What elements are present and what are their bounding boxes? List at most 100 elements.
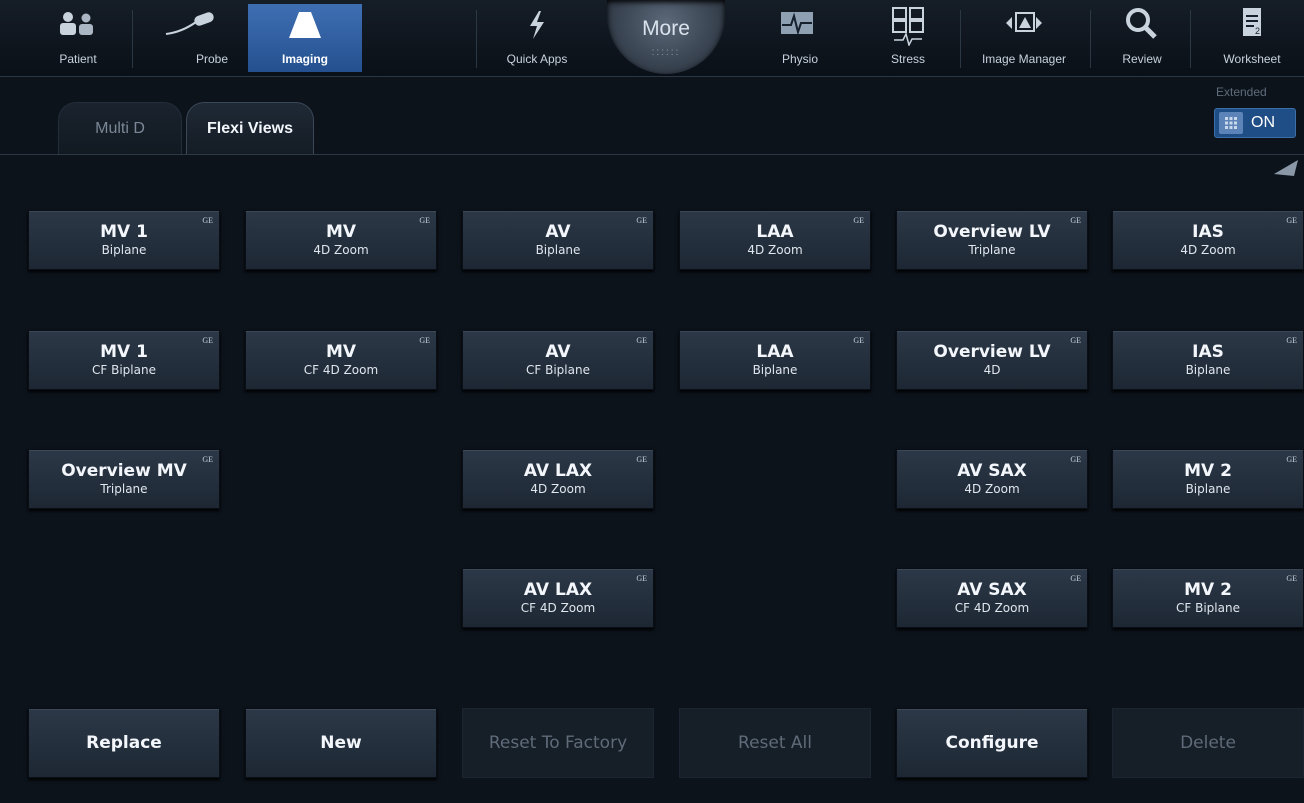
preset-button[interactable]: MV 1 Biplane GE: [28, 210, 220, 270]
probe-icon: [150, 10, 234, 38]
preset-button[interactable]: LAA Biplane GE: [679, 330, 871, 390]
preset-subtitle: Triplane: [968, 243, 1016, 257]
preset-subtitle: 4D Zoom: [313, 243, 369, 257]
toolbar-probe-button[interactable]: Probe: [150, 4, 234, 72]
magnifier-icon: [1100, 6, 1184, 42]
preset-button[interactable]: AV LAX 4D Zoom GE: [462, 449, 654, 509]
preset-title: IAS: [1192, 222, 1224, 242]
preset-subtitle: 4D Zoom: [530, 482, 586, 496]
preset-button[interactable]: Overview LV 4D GE: [896, 330, 1088, 390]
preset-button[interactable]: LAA 4D Zoom GE: [679, 210, 871, 270]
toolbar-physio-label: Physio: [781, 52, 818, 66]
ecg-icon: [752, 10, 842, 36]
preset-button[interactable]: Overview MV Triplane GE: [28, 449, 220, 509]
toolbar-worksheet-label: Worksheet: [1223, 52, 1281, 66]
preset-subtitle: CF 4D Zoom: [954, 601, 1030, 615]
preset-button[interactable]: IAS 4D Zoom GE: [1112, 210, 1304, 270]
preset-title: MV 1: [100, 222, 148, 242]
preset-subtitle: 4D Zoom: [747, 243, 803, 257]
replace-button[interactable]: Replace: [28, 708, 220, 778]
preset-title: AV SAX: [957, 461, 1027, 481]
preset-subtitle: Biplane: [101, 243, 147, 257]
preset-title: Overview LV: [933, 342, 1051, 362]
preset-subtitle: 4D Zoom: [1180, 243, 1236, 257]
delete-label: Delete: [1180, 733, 1236, 753]
preset-button[interactable]: AV Biplane GE: [462, 210, 654, 270]
ge-badge: GE: [1070, 574, 1081, 583]
preset-title: MV 2: [1184, 580, 1232, 600]
toolbar-worksheet-button[interactable]: 2 Worksheet: [1200, 4, 1304, 72]
ge-badge: GE: [1286, 216, 1297, 225]
tab-multi-d-label: Multi D: [95, 119, 145, 137]
preset-title: MV: [325, 222, 357, 242]
toolbar-review-button[interactable]: Review: [1100, 4, 1184, 72]
preset-button[interactable]: MV 2 CF Biplane GE: [1112, 568, 1304, 628]
new-button[interactable]: New: [245, 708, 437, 778]
preset-button[interactable]: Overview LV Triplane GE: [896, 210, 1088, 270]
preset-button[interactable]: MV 2 Biplane GE: [1112, 449, 1304, 509]
reset-to-factory-label: Reset To Factory: [488, 733, 628, 753]
delete-button[interactable]: Delete: [1112, 708, 1304, 778]
ge-badge: GE: [202, 216, 213, 225]
toolbar-physio-button[interactable]: Physio: [752, 4, 842, 72]
preset-title: AV: [545, 342, 571, 362]
tab-multi-d[interactable]: Multi D: [58, 102, 182, 154]
replace-label: Replace: [86, 733, 162, 753]
toolbar-divider: [132, 10, 133, 68]
extended-state: ON: [1251, 114, 1275, 131]
tab-flexi-views-label: Flexi Views: [207, 119, 293, 137]
top-toolbar: Patient Probe Imaging Quick Apps More::…: [0, 0, 1304, 77]
preset-button[interactable]: IAS Biplane GE: [1112, 330, 1304, 390]
preset-button[interactable]: MV 4D Zoom GE: [245, 210, 437, 270]
toolbar-probe-label: Probe: [195, 52, 228, 66]
toolbar-quick-apps-button[interactable]: Quick Apps: [488, 4, 586, 72]
preset-button[interactable]: MV CF 4D Zoom GE: [245, 330, 437, 390]
ge-badge: GE: [1286, 336, 1297, 345]
toolbar-patient-button[interactable]: Patient: [40, 4, 116, 72]
ge-badge: GE: [1070, 336, 1081, 345]
preset-title: AV LAX: [523, 461, 593, 481]
toolbar-divider: [1090, 10, 1091, 68]
preset-subtitle: 4D Zoom: [964, 482, 1020, 496]
preset-subtitle: CF 4D Zoom: [520, 601, 596, 615]
preset-subtitle: Biplane: [535, 243, 581, 257]
ge-badge: GE: [419, 336, 430, 345]
more-grip-icon: ::::::: [651, 46, 681, 58]
ge-badge: GE: [636, 455, 647, 464]
toolbar-image-manager-label: Image Manager: [981, 52, 1067, 66]
tab-flexi-views[interactable]: Flexi Views: [186, 102, 314, 154]
ge-badge: GE: [1070, 216, 1081, 225]
preset-button[interactable]: AV LAX CF 4D Zoom GE: [462, 568, 654, 628]
extended-toggle[interactable]: ON: [1214, 108, 1296, 138]
touch-panel: Patient Probe Imaging Quick Apps More::…: [0, 0, 1304, 803]
configure-button[interactable]: Configure: [896, 708, 1088, 778]
tab-underline: [0, 154, 1304, 155]
preset-button[interactable]: AV SAX 4D Zoom GE: [896, 449, 1088, 509]
collapse-arrow-icon[interactable]: [1268, 156, 1304, 186]
tab-bar: Multi D Flexi Views: [0, 77, 1304, 157]
ge-badge: GE: [202, 336, 213, 345]
reset-all-button[interactable]: Reset All: [679, 708, 871, 778]
toolbar-stress-button[interactable]: Stress: [862, 4, 954, 72]
preset-subtitle: Triplane: [100, 482, 148, 496]
preset-title: MV: [325, 342, 357, 362]
preset-subtitle: CF Biplane: [1176, 601, 1240, 615]
more-button[interactable]: More ::::::: [607, 0, 725, 74]
toolbar-divider: [1190, 10, 1191, 68]
preset-button[interactable]: AV CF Biplane GE: [462, 330, 654, 390]
toolbar-imaging-button[interactable]: Imaging: [248, 4, 362, 72]
ge-badge: GE: [853, 336, 864, 345]
toolbar-quick-apps-label: Quick Apps: [506, 52, 568, 66]
preset-title: Overview LV: [933, 222, 1051, 242]
more-label: More: [642, 16, 690, 40]
preset-subtitle: Biplane: [1185, 482, 1231, 496]
toolbar-image-manager-button[interactable]: Image Manager: [968, 4, 1080, 72]
patient-icon: [40, 10, 116, 36]
preset-subtitle: CF Biplane: [526, 363, 590, 377]
ge-badge: GE: [1070, 455, 1081, 464]
preset-button[interactable]: MV 1 CF Biplane GE: [28, 330, 220, 390]
preset-title: AV LAX: [523, 580, 593, 600]
toolbar-patient-label: Patient: [59, 52, 97, 66]
reset-to-factory-button[interactable]: Reset To Factory: [462, 708, 654, 778]
preset-button[interactable]: AV SAX CF 4D Zoom GE: [896, 568, 1088, 628]
